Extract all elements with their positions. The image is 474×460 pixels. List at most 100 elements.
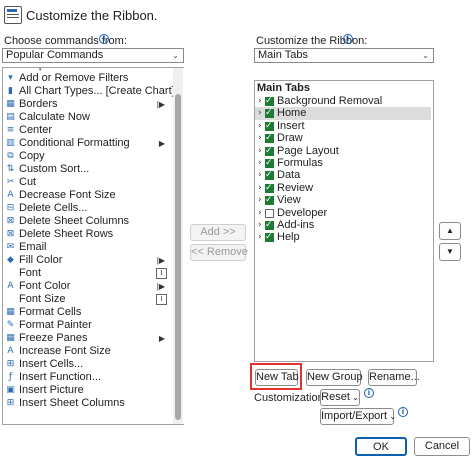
picture-icon: ▣ (6, 385, 15, 395)
tab-checkbox[interactable] (265, 132, 274, 145)
tab-checkbox[interactable] (265, 107, 274, 120)
list-item[interactable]: ▮ All Chart Types... [Create Chart] (5, 85, 175, 98)
expand-chevron-icon[interactable]: › (258, 169, 262, 182)
tree-item[interactable]: › Add-ins (255, 219, 431, 232)
remove-button[interactable]: << Remove (190, 244, 248, 261)
commands-scrollbar[interactable] (173, 68, 183, 424)
choose-commands-value: Popular Commands (6, 49, 104, 61)
new-tab-button[interactable]: New Tab (255, 369, 299, 386)
reset-button[interactable]: Reset ⌄ (320, 389, 360, 406)
import-export-button[interactable]: Import/Export ⌄ (320, 408, 396, 425)
list-item[interactable]: ⊠ Delete Sheet Rows (5, 228, 173, 241)
list-item[interactable]: ⊟ Delete Cells... (5, 202, 173, 215)
tab-checkbox[interactable] (265, 157, 274, 170)
expand-chevron-icon[interactable]: › (258, 207, 262, 220)
expand-chevron-icon[interactable]: › (258, 157, 262, 170)
list-item[interactable]: ≡ Center (5, 124, 173, 137)
list-item[interactable]: ▣ Insert Picture (5, 384, 173, 397)
customize-ribbon-dropdown[interactable]: Main Tabs ⌄ (254, 48, 434, 63)
tree-item[interactable]: › Home (255, 107, 431, 121)
tree-item[interactable]: › View (255, 194, 431, 207)
expand-chevron-icon[interactable]: › (258, 132, 262, 145)
list-item[interactable]: ◆ Fill Color |▶ (5, 254, 173, 267)
list-item[interactable]: Font Size I (5, 293, 173, 306)
list-item[interactable]: Font I (5, 267, 173, 280)
list-item-label: Insert Sheet Columns (19, 397, 125, 409)
tree-item[interactable]: › Data (255, 169, 431, 182)
tab-checkbox[interactable] (265, 208, 274, 218)
commands-scroll-thumb[interactable] (175, 94, 181, 420)
tree-item[interactable]: › Page Layout (255, 145, 431, 158)
triangle-down-icon: ▼ (446, 247, 454, 256)
tree-item-label: Page Layout (277, 144, 339, 157)
expand-chevron-icon[interactable]: › (258, 182, 262, 195)
tab-checkbox[interactable] (265, 231, 274, 244)
info-icon[interactable]: i (343, 34, 353, 44)
tab-checkbox[interactable] (265, 219, 274, 232)
tab-checkbox[interactable] (265, 120, 274, 133)
list-item[interactable]: A Font Color |▶ (5, 280, 173, 293)
info-icon[interactable]: i (398, 407, 408, 417)
tree-item-label: Background Removal (277, 95, 383, 107)
tab-checkbox[interactable] (265, 182, 274, 195)
freeze-panes-icon: ▦ (6, 333, 15, 343)
cancel-button[interactable]: Cancel (414, 437, 470, 456)
tree-item[interactable]: › Background Removal (255, 95, 431, 108)
info-icon[interactable]: i (99, 34, 109, 44)
tab-checkbox[interactable] (265, 145, 274, 158)
list-item[interactable]: ▾ Add or Remove Filters (5, 72, 173, 85)
expand-chevron-icon[interactable]: › (258, 107, 262, 120)
list-item-label: Delete Sheet Columns (19, 215, 130, 227)
list-item[interactable]: A Increase Font Size (5, 345, 173, 358)
list-item-label: Format Painter (19, 319, 92, 331)
list-item[interactable]: ▤ Calculate Now (5, 111, 173, 124)
scissors-icon: ✂ (6, 177, 15, 187)
list-item-label: Insert Picture (19, 384, 84, 396)
list-item[interactable]: ▥ Conditional Formatting ▶ (5, 137, 173, 150)
list-item[interactable]: ▦ Borders |▶ (5, 98, 173, 111)
list-item[interactable]: ✂ Cut (5, 176, 173, 189)
tree-item[interactable]: › Insert (255, 120, 431, 133)
list-item-label: Cut (19, 176, 37, 188)
expand-chevron-icon[interactable]: › (258, 145, 262, 158)
list-item[interactable]: A Decrease Font Size (5, 189, 173, 202)
expand-chevron-icon[interactable]: › (258, 120, 262, 133)
expand-chevron-icon[interactable]: › (258, 231, 262, 244)
tab-checkbox[interactable] (265, 194, 274, 207)
ribbon-tabs-tree[interactable]: Main Tabs › Background Removal › Home › Inser… (254, 80, 434, 362)
move-down-button[interactable]: ▼ (439, 243, 461, 261)
list-item[interactable]: ƒ Insert Function... (5, 371, 173, 384)
expand-chevron-icon[interactable]: › (258, 194, 262, 207)
tree-header: Main Tabs (257, 82, 310, 94)
rename-button[interactable]: Rename... (368, 369, 420, 386)
tab-checkbox[interactable] (265, 95, 274, 108)
list-item-label: Freeze Panes (19, 332, 88, 344)
expand-chevron-icon[interactable]: › (258, 219, 262, 232)
move-up-button[interactable]: ▲ (439, 222, 461, 240)
list-item-label: Delete Sheet Rows (19, 228, 114, 240)
tree-item[interactable]: › Help (255, 231, 431, 244)
add-button[interactable]: Add >> (190, 224, 246, 241)
tree-item-label: Insert (277, 119, 305, 132)
decrease-font-icon: A (7, 190, 14, 200)
list-item[interactable]: ✎ Format Painter (5, 319, 173, 332)
tree-item[interactable]: › Developer (255, 207, 431, 220)
list-item[interactable]: ▦ Format Cells (5, 306, 173, 319)
list-item[interactable]: ⧉ Copy (5, 150, 173, 163)
tab-checkbox[interactable] (265, 169, 274, 182)
tree-item[interactable]: › Formulas (255, 157, 431, 170)
choose-commands-dropdown[interactable]: Popular Commands ⌄ (2, 48, 184, 63)
ok-button[interactable]: OK (355, 437, 407, 456)
list-item[interactable]: ⇅ Custom Sort... (5, 163, 173, 176)
list-item[interactable]: ▦ Freeze Panes ▶ (5, 332, 173, 345)
info-icon[interactable]: i (364, 388, 374, 398)
list-item[interactable]: ✉ Email (5, 241, 173, 254)
tree-item[interactable]: › Draw (255, 132, 431, 145)
new-group-button[interactable]: New Group (306, 369, 363, 386)
list-item[interactable]: ⊞ Insert Cells... (5, 358, 173, 371)
commands-list[interactable]: <Separator>▾Add or Remove Filters▮All Ch… (2, 67, 184, 425)
expand-chevron-icon[interactable]: › (258, 95, 262, 108)
list-item[interactable]: ⊠ Delete Sheet Columns (5, 215, 173, 228)
tree-item[interactable]: › Review (255, 182, 431, 195)
list-item[interactable]: ⊞ Insert Sheet Columns (5, 397, 173, 410)
